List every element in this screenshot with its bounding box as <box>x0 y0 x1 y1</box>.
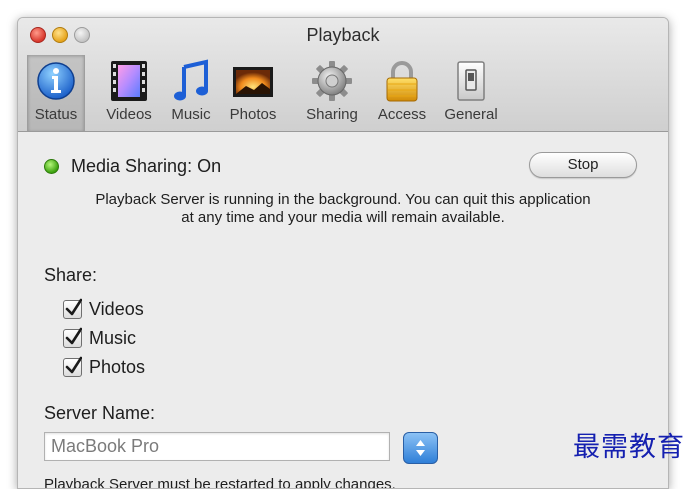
film-strip-icon <box>111 61 147 101</box>
checkmark-icon <box>65 327 82 345</box>
toolbar-item-sharing[interactable]: Sharing <box>299 55 365 131</box>
share-label: Share: <box>44 265 98 285</box>
watermark-text: 最需教育 <box>573 432 685 463</box>
share-photos-label: Photos <box>89 357 146 377</box>
restart-note: Playback Server must be restarted to app… <box>44 476 396 489</box>
info-icon <box>37 62 75 100</box>
padlock-icon <box>386 61 418 102</box>
toolbar-label-videos: Videos <box>106 106 152 123</box>
stop-button[interactable]: Stop <box>529 152 637 178</box>
toolbar-item-videos[interactable]: Videos <box>100 55 158 131</box>
toolbar-item-status[interactable]: Status <box>27 55 85 131</box>
preferences-window: Playback Status Videos Music Photos Shar… <box>17 17 669 489</box>
status-description-line-1: Playback Server is running in the backgr… <box>95 191 591 208</box>
status-description: Playback Server is running in the backgr… <box>38 191 648 227</box>
toolbar: Playback Status Videos Music Photos Shar… <box>18 18 668 132</box>
checkbox-box[interactable] <box>63 298 82 319</box>
switch-icon <box>457 61 485 101</box>
toolbar-item-access[interactable]: Access <box>373 55 431 131</box>
checkmark-icon <box>65 356 82 374</box>
share-music-label: Music <box>89 328 137 348</box>
checkmark-icon <box>65 298 82 316</box>
share-videos-label: Videos <box>89 299 144 319</box>
window-title: Playback <box>306 25 380 45</box>
music-note-icon <box>174 59 208 101</box>
checkbox-box[interactable] <box>63 327 82 348</box>
status-pane: Media Sharing: On Stop Playback Server i… <box>18 132 668 488</box>
photo-icon <box>233 67 273 97</box>
toolbar-label-general: General <box>444 106 498 123</box>
media-sharing-status: Media Sharing: On <box>71 156 222 176</box>
server-name-label: Server Name: <box>44 403 156 423</box>
toolbar-label-access: Access <box>377 106 427 123</box>
status-description-line-2: at any time and your media will remain a… <box>181 209 505 226</box>
status-indicator-icon <box>44 159 59 174</box>
toolbar-label-photos: Photos <box>229 106 277 123</box>
toolbar-item-photos[interactable]: Photos <box>223 55 283 131</box>
toolbar-label-sharing: Sharing <box>306 106 358 123</box>
toolbar-item-general[interactable]: General <box>438 55 504 131</box>
server-name-stepper[interactable] <box>403 432 438 464</box>
toolbar-label-music: Music <box>171 106 211 123</box>
checkbox-box[interactable] <box>63 356 82 377</box>
gear-icon <box>312 61 352 101</box>
toolbar-item-music[interactable]: Music <box>166 55 216 131</box>
up-down-arrows-icon <box>416 440 425 456</box>
toolbar-label-status: Status <box>34 106 78 123</box>
server-name-input[interactable] <box>44 432 390 461</box>
